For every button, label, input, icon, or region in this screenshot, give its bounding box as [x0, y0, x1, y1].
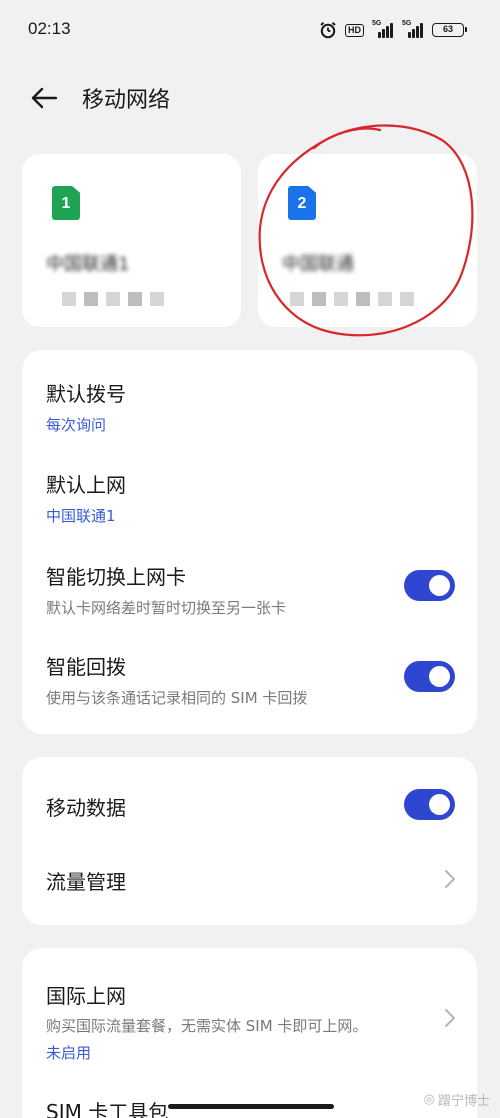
smart-redial-subtitle: 使用与该条通话记录相同的 SIM 卡回拨 — [46, 689, 308, 707]
chevron-right-icon — [445, 870, 455, 888]
default-data-title: 默认上网 — [46, 473, 126, 497]
sim-toolkit-title: SIM 卡工具包 — [46, 1100, 169, 1118]
chevron-right-icon — [445, 1009, 455, 1027]
international-card: 国际上网 购买国际流量套餐，无需实体 SIM 卡即可上网。 未启用 SIM 卡工… — [22, 948, 477, 1118]
smart-switch-toggle[interactable] — [404, 570, 455, 601]
smart-switch-title: 智能切换上网卡 — [46, 565, 186, 589]
intl-roaming-subtitle: 购买国际流量套餐，无需实体 SIM 卡即可上网。 — [46, 1017, 368, 1035]
intl-roaming-status: 未启用 — [46, 1044, 92, 1062]
watermark: ◎ 蹭宁博士 — [424, 1090, 490, 1109]
traffic-management-row[interactable]: 流量管理 — [22, 847, 477, 925]
sim-2-name: 中国联通 — [282, 254, 354, 275]
mobile-data-toggle[interactable] — [404, 789, 455, 820]
default-data-row[interactable]: 默认上网 中国联通1 — [22, 442, 477, 534]
signal-sim1-icon: 5G — [372, 20, 394, 38]
smart-switch-subtitle: 默认卡网络差时暂时切换至另一张卡 — [46, 599, 287, 617]
back-button[interactable] — [24, 78, 64, 118]
sim-1-name: 中国联通1 — [46, 254, 130, 275]
default-data-value: 中国联通1 — [46, 507, 116, 525]
sim-settings-card: 默认拨号 每次询问 默认上网 中国联通1 智能切换上网卡 默认卡网络差时暂时切换… — [22, 350, 477, 734]
mobile-data-row: 移动数据 — [22, 757, 477, 847]
hd-volte-icon: HD — [345, 23, 364, 37]
default-call-row[interactable]: 默认拨号 每次询问 — [22, 350, 477, 442]
signal-sim2-icon: 5G — [402, 20, 424, 38]
smart-redial-title: 智能回拨 — [46, 655, 126, 679]
page-title: 移动网络 — [82, 88, 171, 113]
sim-2-icon: 2 — [288, 186, 316, 220]
smart-switch-row: 智能切换上网卡 默认卡网络差时暂时切换至另一张卡 — [22, 534, 477, 626]
header: 移动网络 — [0, 70, 500, 124]
traffic-management-title: 流量管理 — [46, 870, 126, 894]
sim-toolkit-row[interactable]: SIM 卡工具包 — [22, 1076, 477, 1118]
gesture-bar[interactable] — [168, 1104, 334, 1109]
smart-redial-toggle[interactable] — [404, 661, 455, 692]
status-icons: HD 5G 5G 63 — [319, 20, 467, 40]
toggle-knob — [429, 794, 450, 815]
sim-1-number-redacted — [62, 292, 164, 306]
alarm-icon — [319, 21, 337, 39]
watermark-logo-icon: ◎ — [423, 1092, 435, 1107]
watermark-text: 蹭宁博士 — [437, 1094, 490, 1109]
back-arrow-icon — [31, 87, 57, 109]
data-settings-card: 移动数据 流量管理 — [22, 757, 477, 925]
smart-redial-row: 智能回拨 使用与该条通话记录相同的 SIM 卡回拨 — [22, 626, 477, 726]
status-bar: 02:13 HD 5G 5G 63 — [0, 0, 500, 58]
status-time: 02:13 — [28, 19, 71, 38]
default-call-title: 默认拨号 — [46, 382, 126, 406]
default-call-value: 每次询问 — [46, 416, 107, 434]
toggle-knob — [429, 575, 450, 596]
intl-roaming-row[interactable]: 国际上网 购买国际流量套餐，无需实体 SIM 卡即可上网。 未启用 — [22, 948, 477, 1076]
intl-roaming-title: 国际上网 — [46, 984, 126, 1008]
sim-card-1[interactable]: 1 中国联通1 — [22, 154, 241, 327]
sim-card-2[interactable]: 2 中国联通 — [258, 154, 477, 327]
mobile-data-title: 移动数据 — [46, 796, 126, 820]
sim-2-number-redacted — [290, 292, 414, 306]
toggle-knob — [429, 666, 450, 687]
sim-1-icon: 1 — [52, 186, 80, 220]
battery-icon: 63 — [432, 23, 467, 37]
